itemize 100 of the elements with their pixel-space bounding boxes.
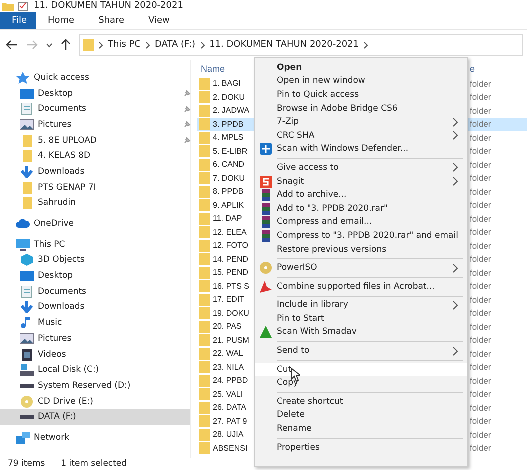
file-name: 1. BAGI (213, 79, 242, 88)
file-name: 21. PUSM (213, 336, 250, 345)
file-type: folder (470, 376, 492, 386)
file-type: folder (470, 308, 492, 318)
file-type: folder (470, 402, 492, 413)
file-name: 23. NILA (213, 362, 244, 372)
sidebar-label: CD Drive (E:) (38, 396, 94, 407)
sidebar-label: System Reserved (D:) (38, 380, 131, 391)
file-type: folder (470, 200, 492, 210)
sidebar-label: Quick access (34, 72, 90, 83)
file-name: 20. PAS (213, 322, 242, 332)
file-type: folder (470, 146, 492, 156)
file-name: 24. PPBD (213, 376, 248, 386)
menu-label: Restore previous versions (277, 244, 387, 255)
file-type: folder (470, 430, 492, 440)
file-type: folder (470, 416, 492, 426)
selection-count: 1 item selected (61, 459, 128, 469)
sidebar-label: 4. KELAS 8D (38, 151, 91, 162)
file-name: 5. E-LIBR (213, 146, 248, 156)
file-name: ABSENSI (213, 444, 248, 453)
sidebar-label: Music (38, 318, 62, 328)
menu-label: Snagit (277, 176, 304, 187)
file-type: folder (470, 335, 492, 346)
menu-label: Combine supported files in Acrobat... (277, 282, 435, 292)
file-type: folder (470, 160, 492, 170)
file-name: 12. FOTO (213, 241, 248, 250)
sidebar-label: 3D Objects (38, 255, 85, 266)
file-type: folder (470, 240, 492, 251)
sidebar-label: Local Disk (C:) (38, 365, 100, 376)
window-title: 11. DOKUMEN TAHUN 2020-2021 (34, 0, 184, 12)
file-name: 2. DOKU (213, 92, 246, 102)
file-type: folder (470, 362, 492, 372)
file-type: folder (470, 173, 492, 184)
menu-label: Copy (277, 378, 299, 388)
menu-label: Delete (277, 410, 305, 420)
file-name: 2. JADWA (213, 106, 250, 116)
menu-label: Properties (277, 442, 320, 453)
sidebar-label: Pictures (38, 334, 72, 344)
file-type: folder (470, 106, 492, 116)
menu-label: Scan With Smadav (277, 327, 357, 338)
file-name: 8. PPDB (213, 187, 244, 196)
file-type: folder (470, 214, 492, 224)
menu-label: Open (277, 62, 302, 73)
item-count: 79 items (8, 459, 46, 469)
menu-label: Add to archive... (277, 190, 347, 200)
menu-label: Create shortcut (277, 396, 344, 407)
file-name: 12. ELEA (213, 228, 247, 237)
sidebar-label: Videos (38, 350, 66, 360)
file-name: 16. PTS S (213, 282, 250, 291)
file-name: 19. DOKU (213, 308, 250, 318)
file-type: folder (470, 186, 492, 197)
menu-label: Scan with Windows Defender... (277, 144, 409, 154)
sidebar-label: Desktop (38, 271, 74, 282)
menu-label: Send to (277, 346, 310, 356)
file-type: folder (470, 281, 492, 292)
file-name: 7. DOKU (213, 174, 246, 183)
file-type: folder (470, 389, 492, 400)
file-name: 6. CAND (213, 160, 245, 170)
menu-label: Include in library (277, 300, 348, 310)
file-name: 15. PEND (213, 268, 249, 278)
menu-label: Pin to Quick access (277, 90, 360, 100)
sidebar-label: Sahrudin (38, 198, 76, 208)
file-type: folder (470, 254, 492, 264)
menu-label: Browse in Adobe Bridge CS6 (277, 104, 398, 114)
file-type: folder (470, 294, 492, 305)
file-name: 9. APLIK (213, 200, 244, 210)
sidebar-label: Downloads (38, 302, 85, 312)
file-type: folder (470, 92, 492, 102)
file-type: folder (470, 322, 492, 332)
sidebar-label: Documents (38, 104, 86, 114)
file-name: 3. PPDB (213, 120, 244, 129)
file-name: 4. MPLS (213, 133, 244, 142)
menu-label: Compress to "3. PPDB 2020.rar" and email (277, 230, 458, 241)
sidebar-label: OneDrive (34, 219, 74, 230)
file-name: 25. VALI (213, 390, 244, 399)
sidebar-label: Documents (38, 286, 86, 297)
sidebar-label: Pictures (38, 120, 72, 130)
menu-label: Cut (277, 364, 292, 375)
file-name: 22. WAL (213, 349, 244, 358)
file-name: 27. PAT 9 (213, 416, 248, 426)
file-type: folder (470, 132, 492, 143)
sidebar-label: Network (34, 432, 70, 443)
menu-label: Open in new window (277, 76, 366, 86)
file-type: folder (470, 348, 492, 359)
menu-label: CRC SHA (277, 130, 315, 141)
menu-label: Rename (277, 424, 312, 434)
menu-label: Add to "3. PPDB 2020.rar" (277, 204, 388, 214)
menu-label: Give access to (277, 162, 339, 173)
sidebar-label: 5. 8E UPLOAD (38, 136, 97, 146)
sidebar-label: PTS GENAP 7I (38, 182, 96, 193)
menu-label: PowerISO (277, 263, 318, 274)
file-name: 14. PEND (213, 254, 249, 264)
sidebar-label: DATA (F:) (38, 412, 76, 422)
menu-label: 7-Zip (277, 117, 300, 128)
file-name: 11. DAP (213, 214, 242, 224)
file-name: 26. DATA (213, 403, 246, 412)
menu-label: Pin to Start (277, 314, 324, 324)
file-type: folder (470, 227, 492, 238)
sidebar-label: Downloads (38, 166, 85, 177)
sidebar-label: Desktop (38, 88, 74, 99)
